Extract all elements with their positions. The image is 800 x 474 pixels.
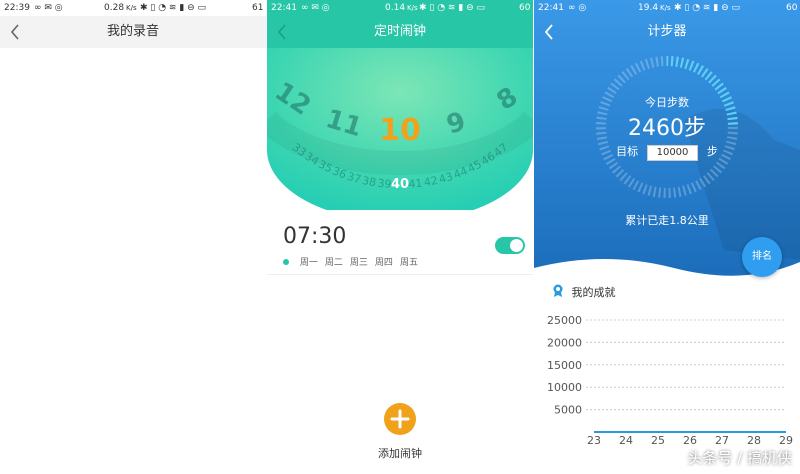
speed-unit: K/s	[126, 4, 137, 12]
x-tick-label: 24	[619, 434, 633, 447]
network-speed: 0.28	[104, 3, 125, 13]
target-row: 目标 10000 步	[534, 143, 800, 161]
medal-icon	[553, 284, 563, 297]
dial-minute-39[interactable]: 39	[377, 177, 392, 191]
rank-button[interactable]: 排名	[742, 237, 782, 277]
target-label: 目标	[616, 145, 639, 158]
infinity-icon: ∞ ◎	[568, 3, 587, 13]
toggle-knob	[510, 239, 523, 252]
alarm-time: 07:30	[283, 224, 347, 249]
status-time: 22:41	[538, 3, 564, 13]
y-tick-label: 25000	[547, 314, 582, 327]
x-tick-label: 28	[747, 434, 761, 447]
alarm-toggle[interactable]	[495, 237, 525, 254]
x-tick-label: 26	[683, 434, 697, 447]
watermark: 头条号 / 搞机侠	[687, 449, 792, 467]
steps-chart: 25000 20000 15000 10000 5000 23 24 25 26 27 28 29	[547, 314, 793, 447]
top-bar: 计步器	[534, 16, 800, 48]
alarm-day: 周一	[299, 258, 318, 268]
alarm-day: 周四	[374, 258, 393, 268]
status-time: 22:39	[4, 3, 30, 13]
alarm-day: 周三	[349, 258, 368, 268]
x-tick-label: 23	[587, 434, 601, 447]
today-label: 今日步数	[645, 96, 689, 109]
pedometer-screen: 22:41 ∞ ◎ 19.4 K/s ✱ ▯ ◔ ≋ ▮ ⊖ ▭ 60 计步器 …	[534, 0, 800, 474]
top-bar: 我的录音	[0, 16, 266, 48]
distance-total: 累计已走1.8公里	[625, 214, 709, 227]
x-tick-label: 29	[779, 434, 793, 447]
add-alarm-label: 添加闹钟	[378, 447, 422, 460]
y-tick-label: 15000	[547, 359, 582, 372]
rank-label: 排名	[752, 251, 772, 262]
add-alarm-button[interactable]	[384, 403, 416, 435]
status-icons: ✱ ▯ ◔ ≋ ▮ ⊖ ▭	[140, 3, 207, 13]
x-tick-label: 27	[715, 434, 729, 447]
dial-minute-41[interactable]: 41	[408, 177, 423, 191]
x-tick-label: 25	[651, 434, 665, 447]
y-tick-label: 10000	[547, 381, 582, 394]
page-title: 计步器	[647, 24, 687, 39]
page-title: 定时闹钟	[373, 24, 426, 39]
active-dot	[283, 259, 289, 265]
step-count: 2460步	[628, 116, 706, 141]
y-tick-label: 20000	[547, 336, 582, 349]
achievement-title: 我的成就	[571, 286, 616, 299]
status-bar: 22:41 ∞ ◎ 19.4 K/s ✱ ▯ ◔ ≋ ▮ ⊖ ▭ 60	[534, 0, 800, 16]
alarm-day: 周五	[399, 258, 418, 268]
network-speed: 19.4	[638, 3, 659, 13]
recording-list-area	[0, 48, 266, 474]
infinity-icon: ∞ ✉ ◎	[34, 3, 63, 13]
y-tick-label: 5000	[554, 404, 582, 417]
alarm-repeat-days: 周一 周二 周三 周四 周五	[283, 255, 425, 268]
alarm-item[interactable]: 07:30 周一 周二 周三 周四 周五	[267, 218, 533, 275]
target-input[interactable]: 10000	[646, 145, 699, 161]
battery-level: 60	[786, 3, 798, 13]
dial-minute-42[interactable]: 42	[423, 174, 439, 189]
dial-minute-38[interactable]: 38	[361, 174, 377, 189]
speed-unit: K/s	[660, 4, 671, 12]
alarm-screen: 22:41 ∞ ✉ ◎ 0.14 K/s ✱ ▯ ◔ ≋ ▮ ⊖ ▭ 60 12…	[267, 0, 533, 474]
battery-level: 61	[252, 3, 264, 13]
dial-minute-40[interactable]: 40	[391, 177, 409, 192]
achievement-header: 我的成就	[552, 284, 616, 300]
plus-icon	[390, 409, 410, 429]
page-title: 我的录音	[106, 24, 159, 39]
recording-screen: 22:39 ∞ ✉ ◎ 0.28 K/s ✱ ▯ ◔ ≋ ▮ ⊖ ▭ 61 我的…	[0, 0, 266, 474]
target-unit: 步	[706, 145, 718, 158]
status-icons: ✱ ▯ ◔ ≋ ▮ ⊖ ▭	[674, 3, 741, 13]
dial-hour-10[interactable]: 10	[379, 113, 421, 148]
status-bar: 22:39 ∞ ✉ ◎ 0.28 K/s ✱ ▯ ◔ ≋ ▮ ⊖ ▭ 61	[0, 0, 266, 16]
top-bar: 定时闹钟	[267, 16, 533, 48]
day-list: 周一 周二 周三 周四 周五	[300, 258, 425, 268]
alarm-day: 周二	[324, 258, 343, 268]
